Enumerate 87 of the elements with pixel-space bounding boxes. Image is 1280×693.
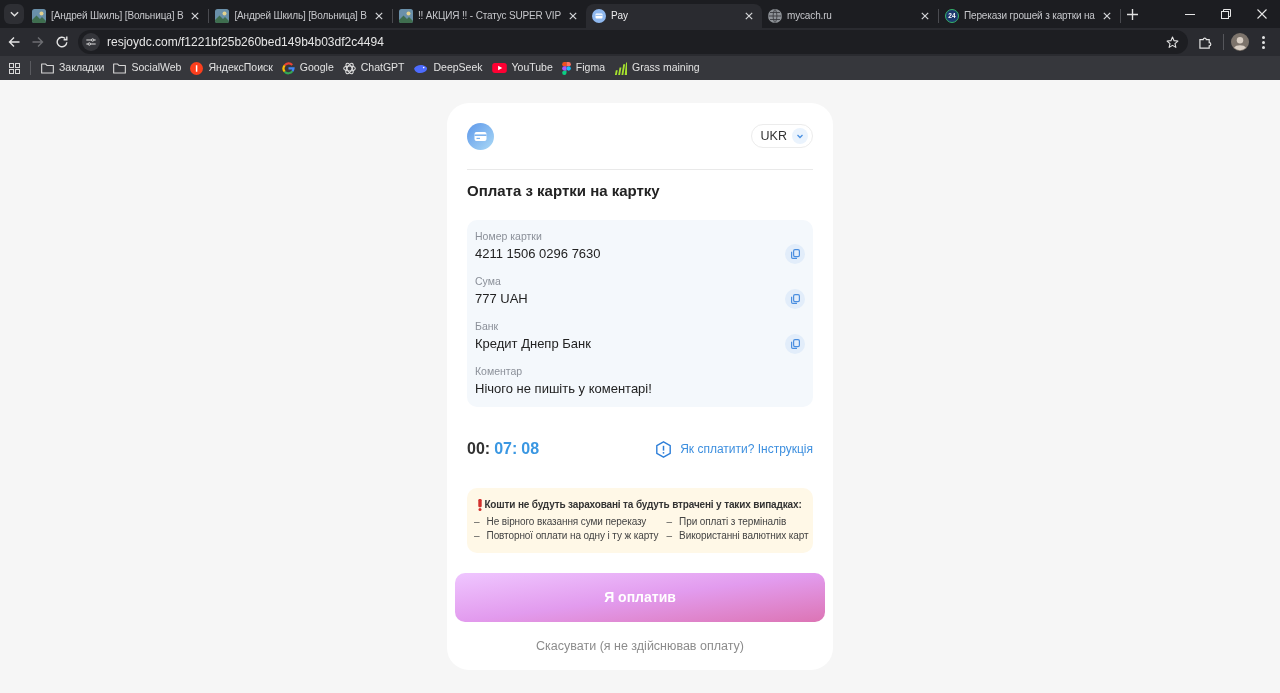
grid-icon	[8, 62, 20, 74]
shapes-logo-icon	[561, 61, 571, 75]
close-icon	[374, 12, 383, 20]
site-info-button[interactable]	[82, 33, 100, 51]
exclamation-icon	[478, 499, 483, 511]
url-text[interactable]: resjoydc.com/f1221bf25b260bed149b4b03df2c4494	[107, 33, 384, 51]
bars-logo-icon	[614, 61, 627, 75]
kebab-menu-icon	[1261, 35, 1265, 49]
bookmark-item[interactable]: Figma	[557, 58, 609, 78]
image-favicon-icon	[215, 9, 230, 23]
bookmark-star-button[interactable]	[1164, 34, 1180, 50]
ring-logo-icon	[281, 61, 295, 75]
chevron-down-icon	[9, 11, 19, 17]
bookmark-item[interactable]: SocialWeb	[109, 58, 186, 78]
language-select[interactable]: UKR	[750, 124, 813, 148]
timer-digits: 00:	[467, 439, 491, 459]
image-favicon-icon	[398, 9, 413, 23]
folder-icon	[113, 62, 127, 74]
chevron-down-icon	[792, 128, 808, 144]
puzzle-icon	[1198, 35, 1212, 49]
knot-logo-icon	[342, 61, 356, 75]
warning-item: Не вірного вказання суми переказу	[486, 515, 647, 529]
circle-logo-icon	[190, 61, 204, 75]
whale-logo-icon	[413, 62, 429, 74]
plus-icon	[1127, 8, 1139, 20]
browser-tab[interactable]: [Андрей Шкиль] [Вольница] В	[209, 4, 392, 28]
list-bullet: –	[666, 515, 673, 529]
warning-title: Кошти не будуть зараховані та будуть втрачені у таких випадках:	[484, 498, 802, 512]
cancel-link[interactable]: Скасувати (я не здійснював оплату)	[536, 638, 744, 654]
copy-button[interactable]	[785, 244, 805, 264]
star-icon	[1165, 35, 1179, 49]
field-value: Кредит Днепр Банк	[475, 335, 591, 353]
image-favicon-icon	[32, 9, 46, 23]
field-label: Коментар	[475, 365, 523, 378]
close-icon	[1257, 9, 1267, 19]
field-label: Сума	[475, 275, 501, 288]
address-bar[interactable]: resjoydc.com/f1221bf25b260bed149b4b03df2c4494	[78, 30, 1188, 54]
warning-item: Повторної оплати на одну і ту ж карту	[486, 529, 659, 543]
list-bullet: –	[474, 529, 480, 543]
card-logo-icon	[467, 122, 494, 150]
warning-item: Використанні валютних карт	[679, 529, 809, 543]
minimize-icon	[1185, 13, 1195, 15]
close-icon	[191, 12, 200, 20]
help-link[interactable]: Як сплатити? Інструкція	[656, 440, 813, 458]
browser-tab[interactable]: mycach.ru	[762, 4, 938, 28]
folder-icon	[41, 62, 54, 74]
arrow-left-icon	[8, 36, 20, 48]
field-value: 777 UAH	[475, 290, 528, 308]
arrow-right-icon	[32, 36, 44, 48]
card-favicon-icon	[592, 9, 606, 23]
field-label: Банк	[475, 320, 499, 333]
globe-icon	[768, 9, 782, 23]
field-value: 4211 1506 0296 7630	[475, 245, 601, 263]
bookmark-item[interactable]: Google	[277, 58, 338, 78]
field-value: Нічого не пишіть у коментарі!	[475, 380, 652, 398]
field-label: Номер картки	[475, 230, 542, 243]
close-icon	[745, 12, 753, 20]
bookmark-item[interactable]: ChatGPT	[338, 58, 409, 78]
close-icon	[1102, 12, 1111, 20]
browser-tab[interactable]: Pay	[586, 4, 762, 28]
hexagon-exclamation-icon	[656, 440, 672, 458]
bookmark-item[interactable]: Grass maining	[610, 58, 704, 78]
play-logo-icon	[491, 63, 507, 73]
timer-digits: 08	[521, 439, 540, 459]
copy-icon	[790, 249, 800, 259]
bookmark-item[interactable]: DeepSeek	[409, 58, 487, 78]
avatar-icon[interactable]	[1231, 33, 1249, 51]
bookmark-item[interactable]: ЯндексПоиск	[186, 58, 277, 78]
browser-tab[interactable]: [Андрей Шкиль] [Вольница] В	[26, 4, 209, 28]
bookmark-item[interactable]: YouTube	[487, 58, 557, 78]
copy-icon	[790, 294, 800, 304]
timer-digits: 07:	[494, 439, 518, 459]
close-icon	[569, 12, 577, 20]
page-title: Оплата з картки на картку	[467, 181, 661, 201]
copy-icon	[790, 339, 800, 349]
list-bullet: –	[666, 529, 673, 543]
bookmark-item[interactable]: Закладки	[37, 58, 109, 78]
copy-button[interactable]	[785, 289, 805, 309]
tune-icon	[86, 38, 96, 46]
copy-button[interactable]	[785, 334, 805, 354]
tab-search-button[interactable]	[4, 4, 24, 24]
close-icon	[921, 12, 929, 20]
browser-tab[interactable]: !! АКЦИЯ !! - Статус SUPER VIP	[392, 4, 586, 28]
warning-item: При оплаті з терміналів	[679, 515, 787, 529]
restore-icon	[1221, 9, 1231, 19]
list-bullet: –	[474, 515, 480, 529]
reload-icon	[56, 36, 68, 48]
